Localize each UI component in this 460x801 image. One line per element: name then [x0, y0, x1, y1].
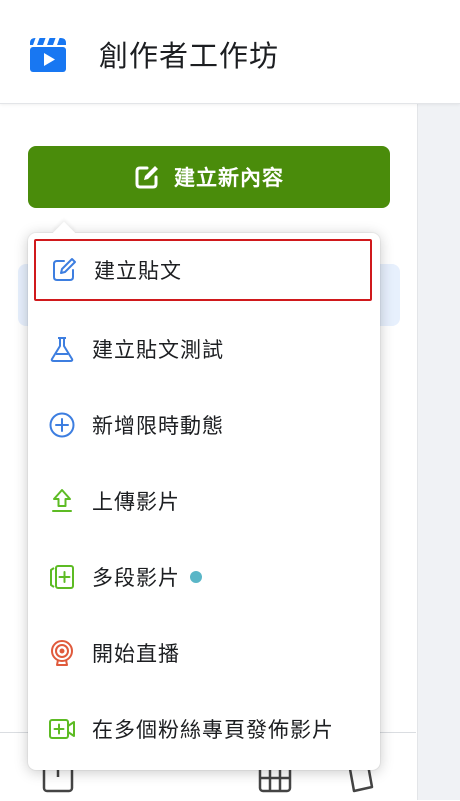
pencil-square-icon: [53, 258, 76, 281]
menu-item-label: 建立貼文測試: [92, 338, 224, 362]
multi-clip-video-icon: [50, 565, 74, 589]
main-content-area: [417, 104, 460, 800]
menu-item-label: 多段影片: [92, 566, 180, 590]
upload-arrow-icon: [52, 489, 72, 512]
flask-icon: [50, 337, 74, 362]
video-camera-plus-icon: [49, 719, 75, 739]
create-button-label: 建立新內容: [174, 166, 284, 190]
menu-item-multi-clip-video[interactable]: 多段影片: [28, 539, 380, 615]
menu-item-add-story[interactable]: 新增限時動態: [28, 387, 380, 463]
menu-item-label: 新增限時動態: [92, 414, 224, 438]
menu-item-upload-video[interactable]: 上傳影片: [28, 463, 380, 539]
menu-item-publish-video-multiple-pages[interactable]: 在多個粉絲專頁發佈影片: [28, 691, 380, 767]
new-badge-dot: [190, 571, 202, 583]
page-title: 創作者工作坊: [99, 39, 280, 73]
clapperboard-play-icon: [30, 38, 66, 72]
menu-item-label: 開始直播: [92, 642, 180, 666]
app-header: 創作者工作坊: [0, 0, 460, 104]
create-content-dropdown: 建立貼文 建立貼文測試 新增限時動態 上傳影片 多段影片 開始直播 在多個粉絲專…: [28, 221, 380, 770]
edit-square-icon: [135, 166, 158, 189]
live-broadcast-icon: [51, 640, 73, 666]
menu-item-create-post[interactable]: 建立貼文: [34, 239, 372, 301]
menu-item-label: 在多個粉絲專頁發佈影片: [92, 718, 334, 742]
menu-item-label: 上傳影片: [92, 490, 180, 514]
plus-circle-icon: [49, 412, 75, 438]
menu-item-create-post-test[interactable]: 建立貼文測試: [28, 311, 380, 387]
create-new-content-button[interactable]: 建立新內容: [28, 146, 390, 208]
menu-item-go-live[interactable]: 開始直播: [28, 615, 380, 691]
menu-item-label: 建立貼文: [94, 259, 182, 283]
